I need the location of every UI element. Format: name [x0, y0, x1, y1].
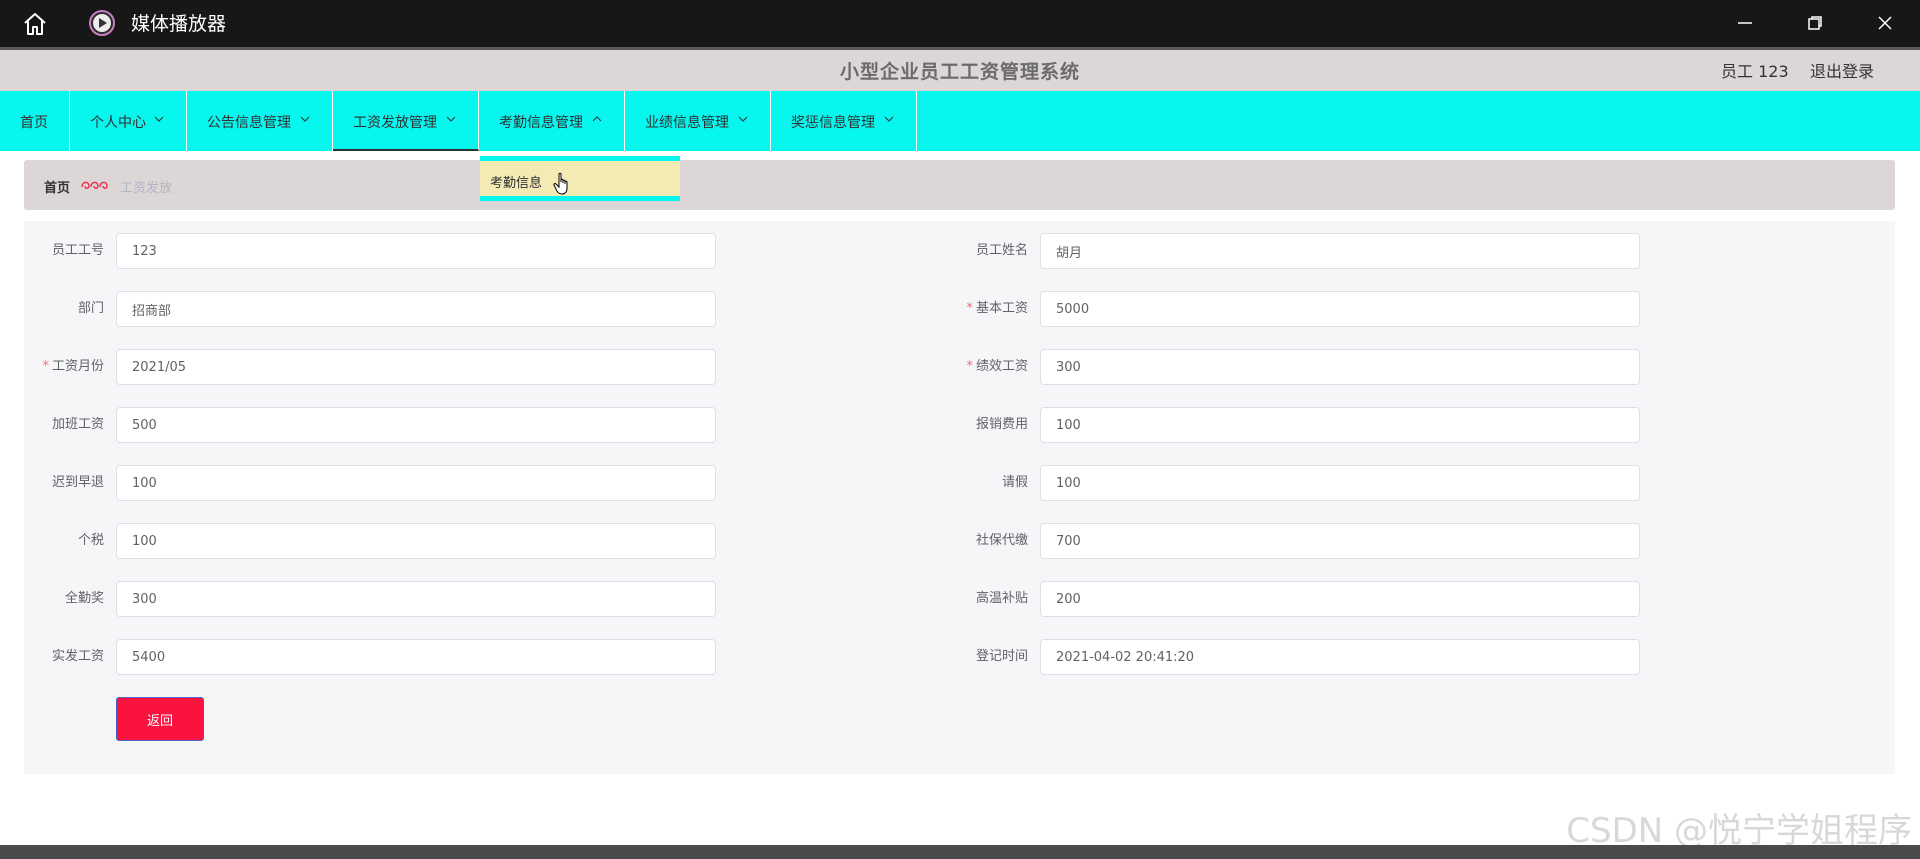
- swirl-separator-icon: [81, 181, 108, 189]
- employee-name-input[interactable]: [1040, 233, 1640, 269]
- nav-item-label: 工资发放管理: [353, 115, 437, 131]
- attendance-bonus-input[interactable]: [116, 581, 716, 617]
- reimbursement-label: 报销费用: [975, 417, 1028, 432]
- attendance-bonus-label: 全勤奖: [64, 591, 104, 606]
- nav-item-label: 个人中心: [90, 115, 146, 131]
- app-header: 小型企业员工工资管理系统 员工 123 退出登录: [0, 50, 1920, 91]
- breadcrumb-home[interactable]: 首页: [44, 177, 70, 196]
- net-salary-label: 实发工资: [51, 649, 104, 664]
- nav-item-home[interactable]: 首页: [0, 91, 70, 151]
- social-insurance-label: 社保代缴: [975, 533, 1028, 548]
- register-time-label: 登记时间: [975, 649, 1028, 664]
- breadcrumb-current: 工资发放: [120, 181, 173, 196]
- department-input[interactable]: [116, 291, 716, 327]
- window-titlebar: 媒体播放器: [0, 0, 1920, 47]
- register-time-input[interactable]: [1040, 639, 1640, 675]
- nav-item-label: 首页: [20, 115, 48, 131]
- nav-item-label: 考勤信息管理: [499, 115, 583, 131]
- chevron-up-icon: [592, 116, 602, 122]
- attendance-dropdown-menu: 考勤信息: [480, 156, 680, 201]
- employee-id-label: 员工工号: [51, 243, 104, 258]
- leave-input[interactable]: [1040, 465, 1640, 501]
- close-button[interactable]: [1862, 8, 1908, 38]
- income-tax-input[interactable]: [116, 523, 716, 559]
- dropdown-item-attendance-info[interactable]: 考勤信息: [490, 172, 542, 191]
- employee-name-label: 员工姓名: [975, 243, 1028, 258]
- social-insurance-input[interactable]: [1040, 523, 1640, 559]
- bottom-bar: [0, 845, 1920, 859]
- chevron-down-icon: [154, 116, 164, 122]
- chevron-down-icon: [884, 116, 894, 122]
- logout-link[interactable]: 退出登录: [1810, 58, 1874, 82]
- department-label: 部门: [77, 301, 104, 316]
- overtime-pay-input[interactable]: [116, 407, 716, 443]
- minimize-button[interactable]: [1722, 8, 1768, 38]
- nav-item-reward-punishment-management[interactable]: 奖惩信息管理: [771, 91, 917, 151]
- heat-allowance-label: 高温补贴: [975, 591, 1028, 606]
- performance-salary-label: * 绩效工资: [966, 359, 1028, 374]
- salary-month-input[interactable]: [116, 349, 716, 385]
- employee-id-input[interactable]: [116, 233, 716, 269]
- chevron-down-icon: [738, 116, 748, 122]
- nav-item-performance-management[interactable]: 业绩信息管理: [625, 91, 771, 151]
- nav-item-notice-management[interactable]: 公告信息管理: [187, 91, 333, 151]
- hand-pointer-icon: [553, 172, 568, 195]
- base-salary-label: * 基本工资: [966, 301, 1028, 316]
- net-salary-input[interactable]: [116, 639, 716, 675]
- main-nav: 首页 个人中心 公告信息管理 工资发放管理 考勤信息管理 业绩信息管理 奖惩信息…: [0, 91, 1920, 151]
- home-icon[interactable]: [22, 11, 48, 37]
- nav-item-attendance-management[interactable]: 考勤信息管理: [479, 91, 625, 151]
- window-title: 媒体播放器: [131, 13, 227, 35]
- back-button[interactable]: 返回: [116, 697, 204, 741]
- breadcrumb: 首页 工资发放: [24, 160, 1895, 210]
- nav-item-label: 业绩信息管理: [645, 115, 729, 131]
- overtime-pay-label: 加班工资: [51, 417, 104, 432]
- nav-item-salary-management[interactable]: 工资发放管理: [333, 91, 479, 151]
- nav-item-label: 公告信息管理: [207, 115, 291, 131]
- chevron-down-icon: [446, 116, 456, 122]
- required-marker: *: [966, 359, 973, 374]
- restore-button[interactable]: [1792, 8, 1838, 38]
- income-tax-label: 个税: [77, 533, 104, 548]
- nav-item-label: 奖惩信息管理: [791, 115, 875, 131]
- required-marker: *: [966, 301, 973, 316]
- play-circle-icon: [89, 10, 115, 36]
- leave-label: 请假: [1001, 475, 1028, 490]
- required-marker: *: [42, 359, 49, 374]
- system-title: 小型企业员工工资管理系统: [839, 61, 1080, 83]
- heat-allowance-input[interactable]: [1040, 581, 1640, 617]
- nav-item-personal-center[interactable]: 个人中心: [70, 91, 187, 151]
- late-early-input[interactable]: [116, 465, 716, 501]
- late-early-label: 迟到早退: [51, 475, 104, 490]
- chevron-down-icon: [300, 116, 310, 122]
- base-salary-input[interactable]: [1040, 291, 1640, 327]
- reimbursement-input[interactable]: [1040, 407, 1640, 443]
- user-label: 员工 123: [1721, 62, 1789, 81]
- performance-salary-input[interactable]: [1040, 349, 1640, 385]
- salary-month-label: * 工资月份: [42, 359, 104, 374]
